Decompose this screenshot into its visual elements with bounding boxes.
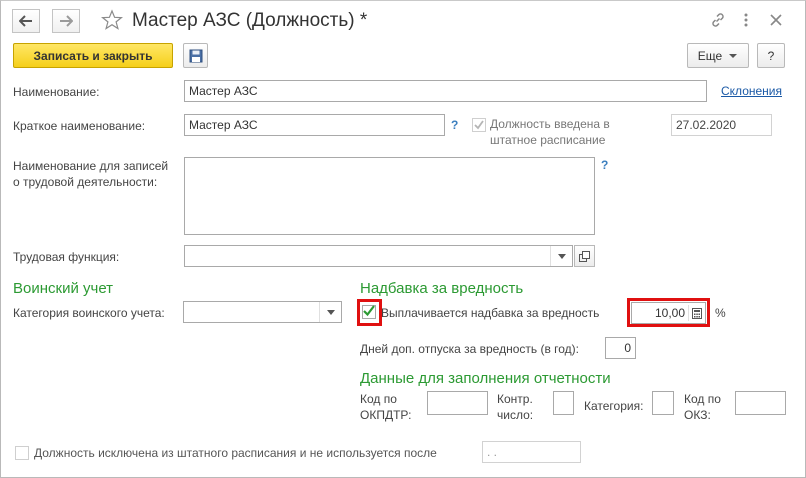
arrow-left-icon bbox=[19, 15, 32, 27]
okpdtr-label-line2: ОКПДТР: bbox=[360, 408, 412, 422]
close-icon[interactable] bbox=[768, 12, 784, 28]
back-button[interactable] bbox=[12, 9, 40, 33]
short-name-help-icon[interactable]: ? bbox=[451, 118, 458, 132]
page-title: Мастер АЗС (Должность) * bbox=[132, 10, 368, 31]
open-window-icon bbox=[579, 250, 590, 262]
excluded-checkbox[interactable] bbox=[15, 446, 29, 460]
labor-function-field[interactable] bbox=[184, 245, 573, 267]
work-record-textarea[interactable] bbox=[184, 157, 595, 235]
save-button[interactable] bbox=[183, 43, 208, 68]
work-record-label-line2: о трудовой деятельности: bbox=[13, 175, 158, 189]
reporting-category-field[interactable] bbox=[652, 391, 674, 415]
check-number-label-line1: Контр. bbox=[497, 392, 533, 406]
work-record-help-icon[interactable]: ? bbox=[601, 158, 608, 172]
in-staff-label-line2: штатное расписание bbox=[490, 133, 606, 147]
reporting-section-title: Данные для заполнения отчетности bbox=[360, 370, 611, 387]
excluded-date-field[interactable]: . . bbox=[482, 441, 581, 463]
labor-function-dropdown-button[interactable] bbox=[550, 246, 572, 266]
chevron-down-icon bbox=[729, 53, 738, 58]
floppy-disk-icon bbox=[189, 49, 202, 62]
check-number-label-line2: число: bbox=[497, 408, 534, 422]
more-vertical-icon[interactable] bbox=[738, 12, 754, 28]
name-label: Наименование: bbox=[13, 85, 100, 99]
okpdtr-label-line1: Код по bbox=[360, 392, 397, 406]
name-field[interactable]: Мастер АЗС bbox=[184, 80, 707, 102]
checkmark-icon bbox=[363, 305, 375, 317]
calculator-button[interactable] bbox=[688, 305, 704, 321]
military-section-title: Воинский учет bbox=[13, 280, 114, 297]
allowance-checkbox[interactable] bbox=[362, 305, 376, 319]
labor-function-label: Трудовая функция: bbox=[13, 250, 120, 264]
excluded-label: Должность исключена из штатного расписан… bbox=[34, 446, 437, 460]
link-icon[interactable] bbox=[710, 12, 726, 28]
in-staff-date-field[interactable]: 27.02.2020 bbox=[671, 114, 772, 136]
chevron-down-icon bbox=[557, 253, 566, 259]
okz-field[interactable] bbox=[735, 391, 786, 415]
in-staff-label-line1: Должность введена в bbox=[490, 117, 610, 131]
okz-label-line2: ОКЗ: bbox=[684, 408, 711, 422]
military-category-dropdown-button[interactable] bbox=[319, 302, 341, 322]
extra-leave-field[interactable]: 0 bbox=[605, 337, 636, 359]
work-record-label-line1: Наименование для записей bbox=[13, 159, 169, 173]
allowance-label: Выплачивается надбавка за вредность bbox=[381, 306, 600, 320]
okpdtr-field[interactable] bbox=[427, 391, 488, 415]
military-category-label: Категория воинского учета: bbox=[13, 306, 165, 320]
more-actions-button[interactable]: Еще bbox=[687, 43, 749, 68]
military-category-field[interactable] bbox=[183, 301, 342, 323]
calculator-icon bbox=[691, 307, 702, 319]
declensions-link[interactable]: Склонения bbox=[721, 84, 782, 98]
arrow-right-icon bbox=[60, 15, 73, 27]
hazard-section-title: Надбавка за вредность bbox=[360, 280, 524, 297]
save-and-close-button[interactable]: Записать и закрыть bbox=[13, 43, 173, 68]
labor-function-open-button[interactable] bbox=[574, 245, 595, 267]
allowance-value-field[interactable]: 10,00 bbox=[631, 302, 706, 324]
short-name-label: Краткое наименование: bbox=[13, 119, 146, 133]
check-number-field[interactable] bbox=[553, 391, 574, 415]
in-staff-checkbox[interactable] bbox=[472, 118, 486, 132]
favorite-star-icon[interactable] bbox=[100, 9, 124, 31]
short-name-field[interactable]: Мастер АЗС bbox=[184, 114, 445, 136]
percent-sign: % bbox=[715, 306, 726, 320]
okz-label-line1: Код по bbox=[684, 392, 721, 406]
allowance-value: 10,00 bbox=[654, 306, 685, 320]
extra-leave-label: Дней доп. отпуска за вредность (в год): bbox=[360, 342, 580, 356]
checkmark-icon bbox=[474, 120, 484, 130]
reporting-category-label: Категория: bbox=[584, 399, 644, 413]
chevron-down-icon bbox=[326, 309, 335, 315]
forward-button[interactable] bbox=[52, 9, 80, 33]
help-button[interactable]: ? bbox=[757, 43, 785, 68]
more-actions-label: Еще bbox=[697, 48, 723, 63]
